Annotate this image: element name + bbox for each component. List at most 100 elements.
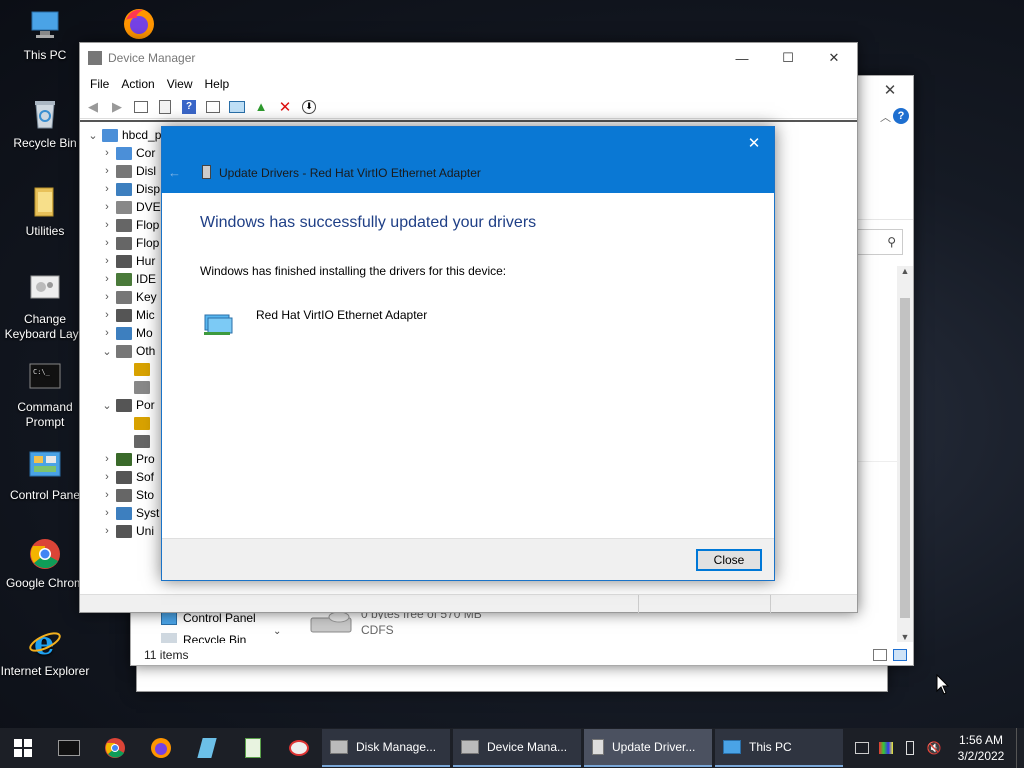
explorer-close-button[interactable]: ✕ — [867, 76, 913, 104]
forward-arrow-icon[interactable]: ▶ — [108, 98, 126, 116]
desktop-icon-label: Recycle Bin — [13, 136, 77, 150]
taskbar-notepad-icon[interactable] — [184, 728, 230, 768]
svg-text:C:\_: C:\_ — [33, 368, 51, 376]
scroll-down-arrow-icon[interactable]: ▼ — [897, 632, 913, 642]
tree-row-label: Uni — [136, 524, 155, 538]
tree-row-label: Mic — [136, 308, 155, 322]
desktop-icon-label: Change — [23, 312, 67, 326]
device-category-icon — [116, 218, 132, 232]
desktop-icon-recycle-bin[interactable]: Recycle Bin — [0, 96, 90, 151]
task-label: This PC — [749, 740, 792, 754]
tree-row-label: Disl — [136, 164, 156, 178]
vertical-scrollbar[interactable]: ▲ ▼ — [897, 266, 913, 642]
taskbar-chrome-icon[interactable] — [92, 728, 138, 768]
chevron-right-icon[interactable]: › — [100, 219, 114, 231]
menu-bar: File Action View Help — [80, 73, 857, 95]
menu-help[interactable]: Help — [199, 77, 236, 91]
device-category-icon — [116, 344, 132, 358]
task-update-driver[interactable]: Update Driver... — [584, 729, 712, 767]
desktop-icon-internet-explorer[interactable]: e Internet Explorer — [0, 624, 90, 679]
taskbar-paint-icon[interactable] — [276, 728, 322, 768]
dialog-close-x-icon[interactable]: ✕ — [742, 133, 766, 153]
chevron-right-icon[interactable]: › — [100, 255, 114, 267]
scan-hardware-icon[interactable] — [228, 98, 246, 116]
chevron-right-icon[interactable]: › — [100, 327, 114, 339]
dialog-title: Update Drivers - Red Hat VirtIO Ethernet… — [219, 166, 481, 180]
maximize-button[interactable]: ☐ — [765, 43, 811, 73]
desktop-icon-firefox[interactable] — [94, 6, 184, 46]
taskbar-task-manager-icon[interactable] — [230, 728, 276, 768]
minimize-button[interactable]: — — [719, 43, 765, 73]
help-icon[interactable]: ? — [893, 108, 909, 124]
start-button[interactable] — [0, 728, 46, 768]
scroll-thumb[interactable] — [900, 298, 910, 618]
sidebar-item-label: Recycle Bin — [183, 633, 247, 643]
chevron-down-icon[interactable]: ⌄ — [273, 626, 281, 637]
device-category-icon — [134, 416, 150, 430]
usb-icon[interactable] — [898, 741, 922, 755]
back-arrow-icon[interactable]: ← — [168, 165, 181, 180]
chevron-down-icon[interactable]: ⌄ — [100, 345, 114, 358]
device-category-icon — [116, 236, 132, 250]
taskbar-cmd-icon[interactable] — [46, 728, 92, 768]
chevron-right-icon[interactable]: › — [100, 201, 114, 213]
dialog-heading: Windows has successfully updated your dr… — [200, 214, 537, 231]
device-manager-titlebar[interactable]: Device Manager — ☐ ✕ — [80, 43, 857, 73]
task-this-pc[interactable]: This PC — [715, 729, 843, 767]
download-icon[interactable]: ⬇ — [300, 98, 318, 116]
chevron-right-icon[interactable]: › — [100, 453, 114, 465]
status-bar — [80, 594, 857, 613]
menu-view[interactable]: View — [161, 77, 199, 91]
chevron-right-icon[interactable]: › — [100, 273, 114, 285]
chevron-right-icon[interactable]: › — [100, 147, 114, 159]
color-icon[interactable] — [874, 742, 898, 754]
chevron-right-icon[interactable]: › — [100, 183, 114, 195]
chrome-icon — [27, 536, 63, 572]
chevron-right-icon[interactable]: › — [100, 309, 114, 321]
task-device-manager[interactable]: Device Mana... — [453, 729, 581, 767]
chevron-right-icon[interactable]: › — [100, 165, 114, 177]
menu-file[interactable]: File — [84, 77, 115, 91]
chevron-right-icon[interactable]: › — [100, 237, 114, 249]
desktop-icon-control-panel[interactable]: Control Pane — [0, 448, 90, 503]
chevron-right-icon[interactable]: › — [100, 291, 114, 303]
device-category-icon — [116, 164, 132, 178]
desktop-icon-chrome[interactable]: Google Chrom — [0, 536, 90, 591]
close-button[interactable]: Close — [696, 549, 762, 571]
chevron-down-icon[interactable]: ⌄ — [100, 399, 114, 412]
taskbar-firefox-icon[interactable] — [138, 728, 184, 768]
volume-muted-icon[interactable]: 🔇 — [922, 741, 946, 755]
back-arrow-icon[interactable]: ◀ — [84, 98, 102, 116]
desktop-icon-command-prompt[interactable]: C:\_ Command Prompt — [0, 360, 90, 430]
action-pane-icon[interactable] — [204, 98, 222, 116]
desktop-icon-utilities[interactable]: Utilities — [0, 184, 90, 239]
tree-row-label: Sof — [136, 470, 155, 484]
sidebar-item-recycle-bin[interactable]: Recycle Bin — [161, 633, 246, 643]
task-disk-management[interactable]: Disk Manage... — [322, 729, 450, 767]
chevron-down-icon[interactable]: ⌄ — [86, 129, 100, 142]
large-icons-view-icon[interactable] — [893, 649, 907, 661]
tree-row-label: Syst — [136, 506, 160, 520]
desktop-icon-label: Internet Explorer — [0, 664, 90, 678]
chevron-right-icon[interactable]: › — [100, 471, 114, 483]
scroll-up-arrow-icon[interactable]: ▲ — [897, 266, 913, 280]
chevron-right-icon[interactable]: › — [100, 507, 114, 519]
network-icon[interactable] — [850, 742, 874, 754]
chevron-right-icon[interactable]: › — [100, 525, 114, 537]
properties-icon[interactable] — [156, 98, 174, 116]
chevron-right-icon[interactable]: › — [100, 489, 114, 501]
uninstall-device-icon[interactable]: ✕ — [276, 98, 294, 116]
show-desktop-button[interactable] — [1016, 728, 1024, 768]
show-hide-tree-icon[interactable] — [132, 98, 150, 116]
details-view-icon[interactable] — [873, 649, 887, 661]
desktop-icon-this-pc[interactable]: This PC — [0, 8, 90, 63]
chevron-up-icon[interactable]: ︿ — [880, 109, 891, 125]
update-driver-icon[interactable]: ▲ — [252, 98, 270, 116]
clock[interactable]: 1:56 AM 3/2/2022 — [946, 732, 1016, 764]
help-icon[interactable]: ? — [180, 98, 198, 116]
sidebar-item-control-panel[interactable]: Control Panel — [161, 611, 256, 625]
close-button[interactable]: ✕ — [811, 43, 857, 73]
desktop-icon-keyboard[interactable]: Change Keyboard Layo — [0, 272, 90, 342]
menu-action[interactable]: Action — [115, 77, 160, 91]
tree-root-label: hbcd_p — [122, 128, 162, 142]
